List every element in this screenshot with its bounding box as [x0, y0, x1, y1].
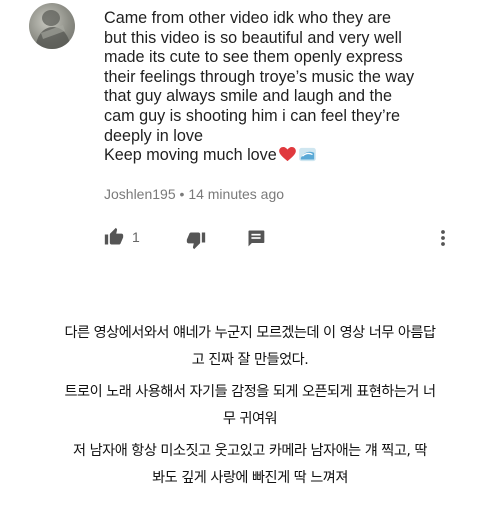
like-count: 1 — [132, 229, 140, 245]
comment-line: Keep moving much love — [104, 146, 277, 165]
comment-last-line: Keep moving much love — [104, 146, 464, 166]
comment-line: but this video is so beautiful and very … — [104, 28, 402, 47]
author-name[interactable]: Joshlen195 — [104, 186, 176, 202]
translation-line: 고 진짜 잘 만들었다. — [191, 351, 309, 368]
comment-meta: Joshlen195 • 14 minutes ago — [104, 186, 284, 202]
comment-line: made its cute to see them openly express — [104, 48, 403, 67]
thumbs-down-icon[interactable] — [186, 230, 206, 250]
comment-line: Came from other video idk who they are — [104, 9, 392, 27]
comment-line: that guy always smile and laugh and the — [104, 87, 392, 106]
comment-text: Came from other video idk who they are b… — [104, 9, 464, 166]
korean-translation: 다른 영상에서와서 얘네가 누군지 모르겠는데 이 영상 너무 아름답 고 진짜… — [30, 320, 470, 497]
translation-paragraph: 저 남자애 항상 미소짓고 웃고있고 카메라 남자애는 걔 찍고, 딱 봐도 깊… — [30, 438, 470, 491]
thumbs-up-icon[interactable] — [104, 227, 124, 247]
translation-line: 무 귀여워 — [222, 410, 278, 427]
translation-paragraph: 트로이 노래 사용해서 자기들 감정을 되게 오픈되게 표현하는거 너 무 귀여… — [30, 379, 470, 432]
translation-line: 다른 영상에서와서 얘네가 누군지 모르겠는데 이 영상 너무 아름답 — [64, 325, 437, 341]
red-heart-emoji — [278, 147, 296, 162]
reply-comment-icon[interactable] — [246, 228, 266, 248]
translation-paragraph: 다른 영상에서와서 얘네가 누군지 모르겠는데 이 영상 너무 아름답 고 진짜… — [30, 320, 470, 373]
comment-line: cam guy is shooting him i can feel they’… — [104, 106, 401, 125]
comment-actions: 1 — [104, 227, 464, 251]
comment-time: 14 minutes ago — [188, 186, 285, 202]
translation-line: 봐도 깊게 사랑에 빠진게 딱 느껴져 — [152, 469, 348, 486]
translation-line: 트로이 노래 사용해서 자기들 감정을 되게 오픈되게 표현하는거 너 — [64, 384, 437, 400]
translation-line: 저 남자애 항상 미소짓고 웃고있고 카메라 남자애는 걔 찍고, 딱 — [73, 443, 427, 459]
wave-emoji — [298, 147, 316, 162]
comment-line: their feelings through troye’s music the… — [104, 67, 415, 86]
user-avatar[interactable] — [29, 3, 75, 49]
meta-separator: • — [179, 186, 185, 202]
comment-line: deeply in love — [104, 126, 203, 145]
more-vert-icon[interactable] — [435, 227, 451, 249]
